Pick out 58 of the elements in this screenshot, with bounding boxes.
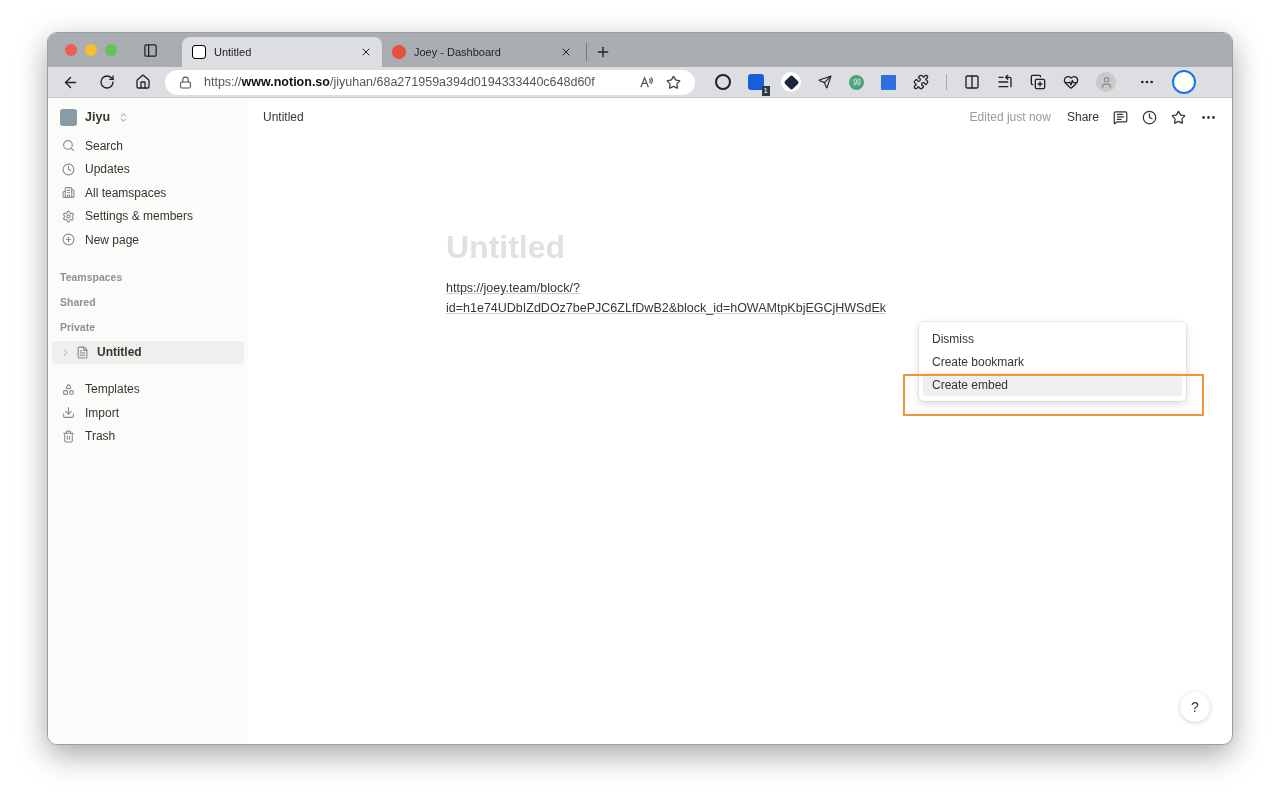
tab-title: Joey - Dashboard <box>414 44 502 60</box>
extension-badge: 1 <box>761 86 770 96</box>
browser-tab[interactable]: Untitled <box>182 37 382 67</box>
help-button[interactable]: ? <box>1180 692 1210 722</box>
extensions-icon[interactable] <box>913 74 929 90</box>
favorite-icon[interactable] <box>1171 109 1186 125</box>
clock-icon <box>62 162 75 176</box>
trash-icon <box>62 429 75 443</box>
sidebar-item[interactable]: Search <box>52 134 244 158</box>
comment-icon[interactable] <box>1113 109 1128 125</box>
hexagon-extension-icon[interactable] <box>781 72 801 92</box>
close-tab-icon[interactable] <box>560 46 572 58</box>
shapes-icon <box>62 382 75 396</box>
share-button[interactable]: Share <box>1066 108 1099 126</box>
workspace-name[interactable]: Jiyu <box>85 107 110 127</box>
building-icon <box>62 186 75 200</box>
favorite-icon[interactable] <box>666 74 681 90</box>
reload-icon[interactable] <box>99 74 115 90</box>
menu-item[interactable]: Dismiss <box>923 327 1182 350</box>
settings-icon <box>62 209 75 223</box>
tab-title: Untitled <box>214 44 253 60</box>
workspace-avatar <box>60 108 77 126</box>
menu-item[interactable]: Create embed <box>923 373 1182 396</box>
sidebar-item[interactable]: Templates <box>52 377 244 401</box>
lock-icon <box>179 75 192 89</box>
sidebar-item[interactable]: Updates <box>52 157 244 181</box>
page-icon <box>76 345 89 359</box>
menu-item[interactable]: Create bookmark <box>923 350 1182 373</box>
history-icon[interactable] <box>1142 109 1157 125</box>
address-bar[interactable]: https://www.notion.so/jiyuhan/68a271959a394d0194333440c648d60f <box>165 69 695 95</box>
health-icon[interactable] <box>1063 74 1079 90</box>
section-heading: Private <box>59 320 97 336</box>
send-extension-icon[interactable] <box>818 75 832 89</box>
download-icon <box>62 406 75 420</box>
new-tab-icon[interactable] <box>595 44 611 60</box>
page-item[interactable]: Untitled <box>52 340 244 364</box>
favorites-icon[interactable] <box>997 74 1013 90</box>
switch-icon[interactable] <box>118 111 129 123</box>
edited-status: Edited just now <box>969 109 1051 126</box>
plus-circle-icon <box>62 233 75 247</box>
search-icon <box>62 139 75 153</box>
sidebar-item[interactable]: Trash <box>52 424 244 448</box>
read-aloud-icon[interactable] <box>639 74 654 90</box>
close-tab-icon[interactable] <box>360 46 372 58</box>
sidebar-item[interactable]: Settings & members <box>52 204 244 228</box>
sidebar-item[interactable]: Import <box>52 401 244 425</box>
pasted-link[interactable]: https://joey.team/block/?id=h1e74UDbIZdDOz7bePJC6ZLfDwB2&block_id=hOWAMtpKbjEGCjHWSdEk <box>446 278 926 318</box>
collections-icon[interactable] <box>1030 74 1046 90</box>
split-screen-icon[interactable] <box>964 74 980 90</box>
tab-panel-icon[interactable] <box>143 42 158 58</box>
sidebar-item[interactable]: New page <box>52 228 244 252</box>
url-text: https://www.notion.so/jiyuhan/68a271959a394d0194333440c648d60f <box>204 73 596 91</box>
section-heading: Shared <box>59 295 97 311</box>
sidebar-item[interactable]: All teamspaces <box>52 181 244 205</box>
breadcrumb[interactable]: Untitled <box>263 108 970 126</box>
section-heading: Teamspaces <box>59 270 124 286</box>
home-icon[interactable] <box>135 74 151 90</box>
browser-tab[interactable]: Joey - Dashboard <box>382 37 582 67</box>
